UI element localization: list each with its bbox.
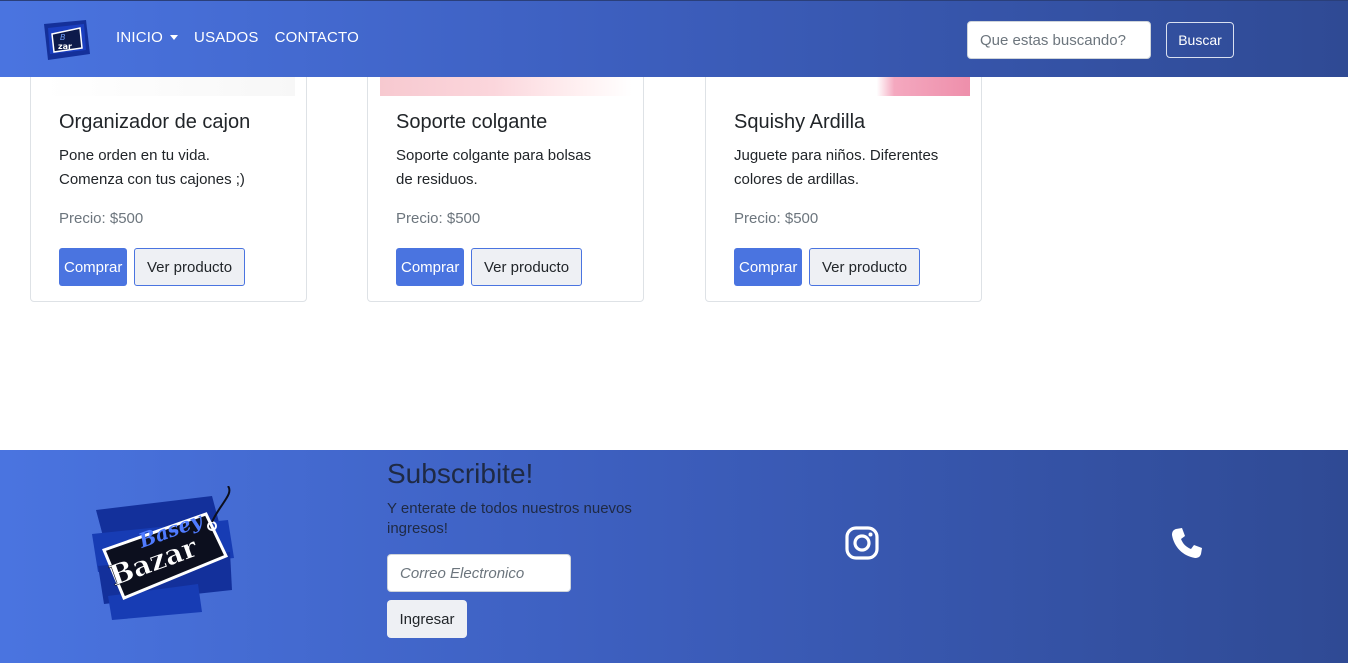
buy-button[interactable]: Comprar: [396, 248, 465, 286]
brand-logo[interactable]: B zar: [40, 18, 92, 62]
buy-button[interactable]: Comprar: [59, 248, 128, 286]
product-title: Organizador de cajon: [59, 111, 251, 133]
nav-links: INICIO USADOS CONTACTO: [116, 29, 359, 46]
product-description: Pone orden en tu vida. Comenza con tus c…: [59, 147, 245, 188]
product-card: Organizador de cajon Pone orden en tu vi…: [30, 40, 307, 302]
product-image: [43, 77, 295, 96]
product-image: [718, 77, 970, 96]
product-card: Soporte colgante Soporte colgante para b…: [367, 40, 644, 302]
subscribe-submit-button[interactable]: Ingresar: [387, 600, 467, 638]
subscribe-text: Y enterate de todos nuestros nuevos ingr…: [387, 500, 632, 537]
product-price: Precio: $500: [59, 210, 144, 227]
product-description: Soporte colgante para bolsas de residuos…: [396, 147, 592, 188]
product-image: [380, 77, 632, 96]
view-product-button[interactable]: Ver producto: [471, 248, 583, 286]
product-title: Soporte colgante: [396, 111, 548, 133]
instagram-icon[interactable]: [845, 526, 879, 560]
nav-inicio-dropdown[interactable]: INICIO: [116, 29, 179, 46]
product-price: Precio: $500: [396, 210, 481, 227]
navbar: B zar INICIO USADOS CONTACTO Buscar: [0, 0, 1348, 77]
nav-inicio-label: INICIO: [116, 29, 164, 46]
footer: Basey Bazar Subscribite! Y enterate de t…: [0, 450, 1348, 663]
view-product-button[interactable]: Ver producto: [134, 248, 246, 286]
svg-text:B: B: [60, 33, 66, 42]
product-title: Squishy Ardilla: [734, 111, 866, 133]
buy-button[interactable]: Comprar: [734, 248, 803, 286]
view-product-button[interactable]: Ver producto: [809, 248, 921, 286]
phone-icon[interactable]: [1170, 526, 1204, 560]
caret-down-icon: [170, 35, 179, 40]
product-card: Squishy Ardilla Juguete para niños. Dife…: [705, 40, 982, 302]
nav-usados[interactable]: USADOS: [194, 29, 259, 46]
footer-logo: Basey Bazar: [92, 486, 234, 620]
search-button[interactable]: Buscar: [1166, 22, 1234, 58]
svg-text:zar: zar: [58, 42, 72, 51]
search-input[interactable]: [967, 21, 1151, 59]
product-description: Juguete para niños. Diferentes colores d…: [734, 147, 939, 188]
email-field[interactable]: [387, 554, 571, 592]
subscribe-title: Subscribite!: [387, 458, 534, 489]
product-price: Precio: $500: [734, 210, 819, 227]
nav-contacto[interactable]: CONTACTO: [275, 29, 359, 46]
